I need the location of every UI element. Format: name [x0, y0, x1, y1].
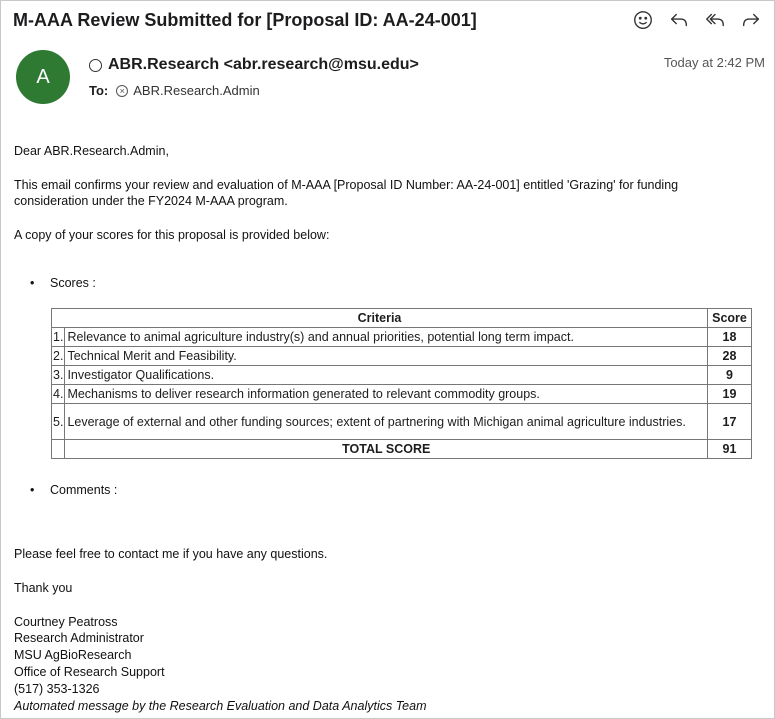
- table-row: 5. Leverage of external and other fundin…: [50, 403, 752, 440]
- email-header: M-AAA Review Submitted for [Proposal ID:…: [0, 0, 775, 40]
- signature-org: MSU AgBioResearch: [14, 648, 132, 662]
- score-header: Score: [707, 308, 752, 328]
- scores-table: Criteria Score 1. Relevance to animal ag…: [50, 308, 752, 459]
- score-cell: 28: [707, 346, 752, 366]
- scores-bullet: Scores :: [30, 275, 96, 291]
- total-label: TOTAL SCORE: [64, 439, 708, 459]
- row-number: 4.: [50, 384, 66, 404]
- signature-name: Courtney Peatross: [14, 615, 118, 629]
- emoji-icon[interactable]: [631, 8, 655, 32]
- table-row: 2. Technical Merit and Feasibility. 28: [50, 346, 752, 366]
- table-header-row: Criteria Score: [51, 308, 752, 328]
- total-blank-cell: [50, 439, 66, 459]
- score-cell: 9: [707, 365, 752, 385]
- confirm-line-2: consideration under the FY2024 M-AAA pro…: [14, 194, 288, 208]
- unread-indicator-icon[interactable]: [89, 58, 102, 72]
- criteria-cell: Investigator Qualifications.: [64, 365, 708, 385]
- table-row: 1. Relevance to animal agriculture indus…: [50, 327, 752, 347]
- criteria-cell: Mechanisms to deliver research informati…: [64, 384, 708, 404]
- contact-line: Please feel free to contact me if you ha…: [14, 547, 328, 561]
- to-row: To: × ABR.Research.Admin: [89, 83, 260, 98]
- recipient[interactable]: × ABR.Research.Admin: [116, 83, 260, 98]
- criteria-cell: Relevance to animal agriculture industry…: [64, 327, 708, 347]
- score-cell: 17: [707, 403, 752, 440]
- total-row: TOTAL SCORE 91: [50, 439, 752, 459]
- signature-title: Research Administrator: [14, 631, 144, 645]
- signature-phone[interactable]: (517) 353-1326: [14, 681, 99, 697]
- recipient-name: ABR.Research.Admin: [133, 83, 260, 98]
- comments-bullet: Comments :: [30, 482, 118, 498]
- score-cell: 19: [707, 384, 752, 404]
- table-row: 3. Investigator Qualifications. 9: [50, 365, 752, 385]
- confirm-line-1: This email confirms your review and eval…: [14, 178, 679, 192]
- total-score: 91: [707, 439, 752, 459]
- to-label: To:: [89, 83, 109, 98]
- scores-label: Scores :: [50, 276, 96, 290]
- table-row: 4. Mechanisms to deliver research inform…: [50, 384, 752, 404]
- signature-office: Office of Research Support: [14, 665, 165, 679]
- criteria-header: Criteria: [51, 308, 708, 328]
- criteria-cell: Technical Merit and Feasibility.: [64, 346, 708, 366]
- remove-recipient-icon[interactable]: ×: [116, 84, 129, 97]
- action-toolbar: [631, 8, 763, 32]
- sender[interactable]: ABR.Research <abr.research@msu.edu>: [108, 56, 419, 74]
- email-subject: M-AAA Review Submitted for [Proposal ID:…: [13, 10, 477, 30]
- row-number: 5.: [50, 403, 66, 440]
- row-number: 3.: [50, 365, 66, 385]
- criteria-cell: Leverage of external and other funding s…: [64, 403, 708, 440]
- automated-note: Automated message by the Research Evalua…: [14, 699, 427, 713]
- avatar: A: [16, 50, 70, 104]
- row-number: 2.: [50, 346, 66, 366]
- score-cell: 18: [707, 327, 752, 347]
- forward-icon[interactable]: [739, 8, 763, 32]
- sender-row: ABR.Research <abr.research@msu.edu>: [89, 56, 419, 74]
- reply-all-icon[interactable]: [703, 8, 727, 32]
- timestamp: Today at 2:42 PM: [663, 55, 765, 70]
- thanks: Thank you: [14, 581, 73, 595]
- row-number: 1.: [50, 327, 66, 347]
- copy-line: A copy of your scores for this proposal …: [14, 228, 330, 242]
- comments-label: Comments :: [50, 483, 118, 497]
- reply-icon[interactable]: [667, 8, 691, 32]
- greeting: Dear ABR.Research.Admin,: [14, 144, 169, 158]
